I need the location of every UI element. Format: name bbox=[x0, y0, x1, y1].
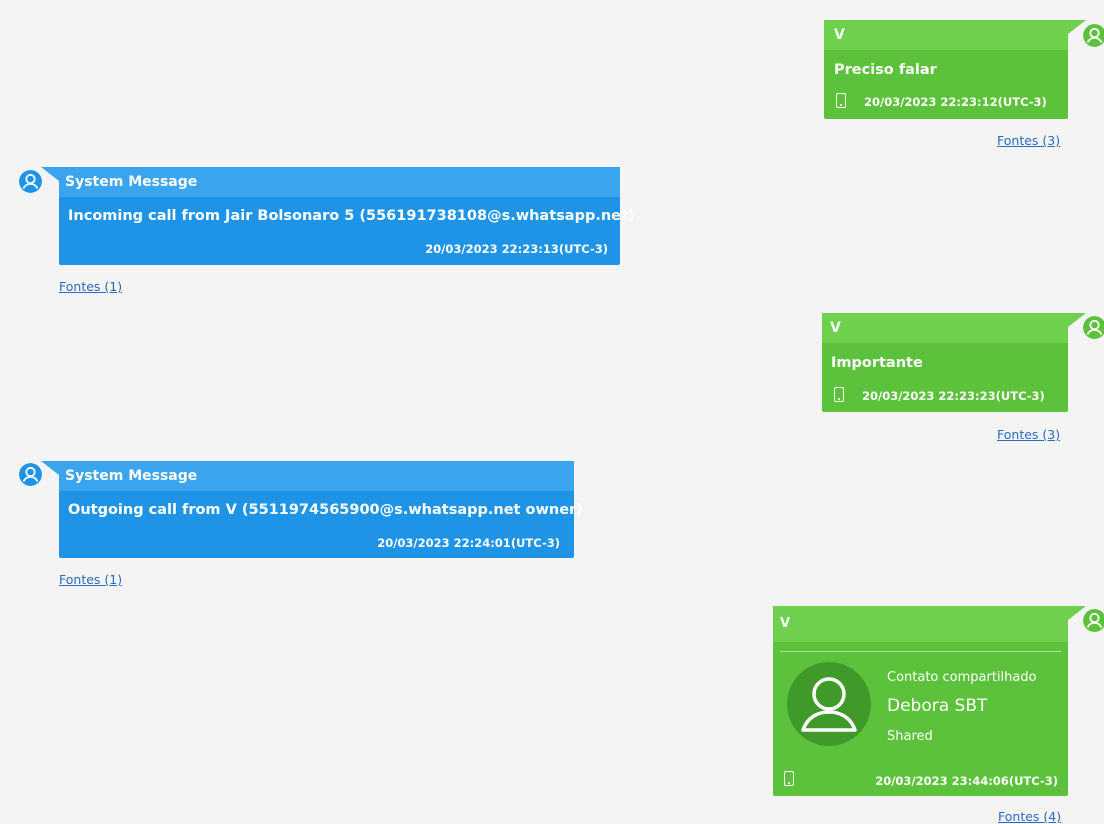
message-timestamp: 20/03/2023 22:24:01(UTC-3) bbox=[377, 536, 560, 550]
sources-link[interactable]: Fontes (1) bbox=[59, 279, 122, 294]
sender-name: V bbox=[822, 313, 1068, 343]
message-timestamp: 20/03/2023 22:23:23(UTC-3) bbox=[862, 389, 1045, 403]
user-avatar-icon bbox=[1083, 24, 1104, 47]
user-avatar-icon bbox=[1083, 316, 1104, 339]
message-bubble: System Message Outgoing call from V (551… bbox=[59, 461, 583, 558]
sender-name: V bbox=[824, 20, 1068, 50]
message-timestamp: 20/03/2023 22:23:12(UTC-3) bbox=[864, 95, 1047, 109]
message-bubble: V Contato compartilhado Debora SBT Share… bbox=[773, 606, 1068, 796]
sources-link[interactable]: Fontes (3) bbox=[997, 133, 1060, 148]
contact-name: Debora SBT bbox=[887, 696, 988, 716]
phone-icon bbox=[784, 771, 794, 786]
contact-status: Shared bbox=[887, 729, 933, 744]
message-text: Outgoing call from V (5511974565900@s.wh… bbox=[68, 502, 583, 518]
sources-link[interactable]: Fontes (3) bbox=[997, 427, 1060, 442]
message-text: Importante bbox=[831, 355, 923, 371]
message-timestamp: 20/03/2023 22:23:13(UTC-3) bbox=[425, 242, 608, 256]
sources-link[interactable]: Fontes (4) bbox=[998, 809, 1061, 824]
phone-icon bbox=[836, 93, 846, 108]
bubble-tail bbox=[41, 167, 59, 181]
contact-header: Contato compartilhado bbox=[887, 670, 1037, 685]
shared-contact-card[interactable]: Contato compartilhado Debora SBT Shared bbox=[773, 652, 1068, 762]
sender-name: System Message bbox=[59, 461, 574, 491]
contact-avatar-icon bbox=[787, 662, 871, 746]
sources-link[interactable]: Fontes (1) bbox=[59, 572, 122, 587]
user-avatar-icon bbox=[19, 463, 42, 486]
message-text: Preciso falar bbox=[834, 62, 937, 78]
user-avatar-icon bbox=[19, 170, 42, 193]
phone-icon bbox=[834, 387, 844, 402]
message-bubble: System Message Incoming call from Jair B… bbox=[59, 167, 635, 265]
message-bubble: V Importante 20/03/2023 22:23:23(UTC-3) bbox=[822, 313, 1068, 412]
message-text: Incoming call from Jair Bolsonaro 5 (556… bbox=[68, 208, 635, 224]
bubble-tail bbox=[41, 461, 59, 475]
message-timestamp: 20/03/2023 23:44:06(UTC-3) bbox=[875, 774, 1058, 788]
message-bubble: V Preciso falar 20/03/2023 22:23:12(UTC-… bbox=[824, 20, 1068, 119]
sender-name: System Message bbox=[59, 167, 620, 197]
user-avatar-icon bbox=[1083, 609, 1104, 632]
sender-name: V bbox=[773, 606, 1068, 642]
